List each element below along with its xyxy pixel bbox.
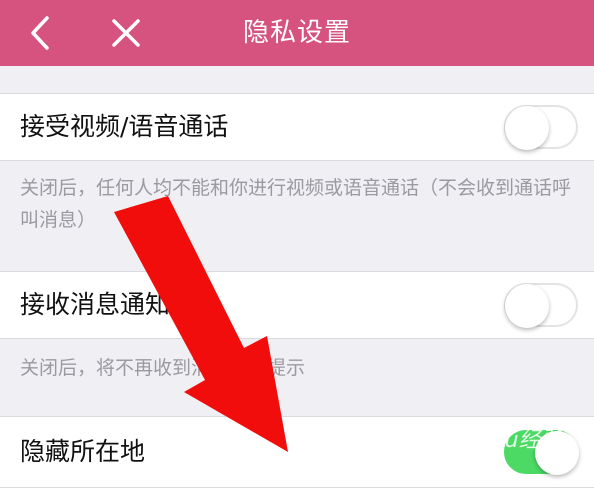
close-icon — [112, 19, 140, 47]
setting-description: 关闭后，任何人均不能和你进行视频或语音通话（不会收到通话呼叫消息） — [20, 177, 572, 231]
chevron-left-icon — [31, 16, 49, 50]
red-arrow-annotation — [114, 196, 288, 452]
setting-label: 隐藏所在地 — [20, 437, 146, 466]
setting-description: 关闭后，将不再收到消息通知提示 — [20, 357, 306, 379]
close-button[interactable] — [104, 0, 148, 66]
toggle-knob — [505, 106, 549, 150]
setting-label: 接受视频/语音通话 — [20, 112, 229, 141]
setting-label: 接收消息通知 — [20, 290, 171, 319]
watermark-logo: Baidu经验 — [456, 428, 563, 453]
page-title: 隐私设置 — [242, 18, 351, 48]
setting-row-video-call[interactable]: 接受视频/语音通话 — [0, 93, 594, 161]
back-button[interactable] — [18, 0, 62, 66]
top-nav-bar: 隐私设置 — [0, 0, 594, 66]
video-call-toggle[interactable] — [504, 105, 578, 150]
toggle-knob — [505, 284, 549, 328]
message-notification-toggle[interactable] — [504, 283, 578, 328]
setting-row-message-notification[interactable]: 接收消息通知 — [0, 271, 594, 339]
